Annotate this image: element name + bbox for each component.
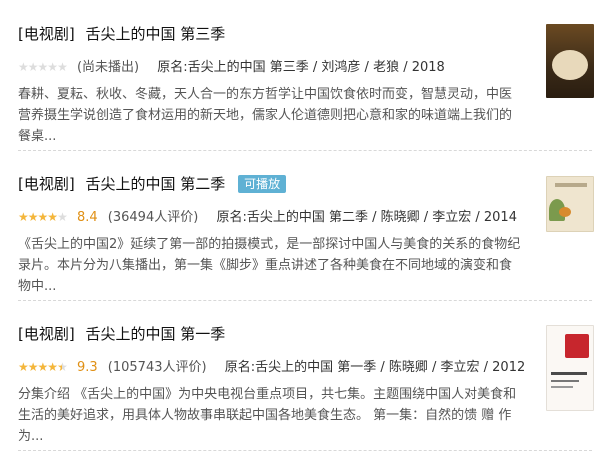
search-result-list: [电视剧] 舌尖上的中国 第三季 ★★★★★ (尚未播出) 原名:舌尖上的中国 … [0, 0, 608, 461]
divider [18, 450, 592, 451]
playable-badge: 可播放 [238, 175, 287, 193]
category-label: [电视剧] [18, 25, 75, 43]
original-info: 原名:舌尖上的中国 第二季 / 陈晓卿 / 李立宏 / 2014 [216, 210, 517, 225]
poster-image [565, 334, 589, 358]
category-label: [电视剧] [18, 325, 75, 343]
description: 分集介绍 《舌尖上的中国》为中央电视台重点项目，共七集。主题围绕中国人对美食和生… [18, 387, 517, 444]
votes-count: (36494人评价) [107, 210, 199, 225]
star-icon: ★ [37, 60, 49, 74]
star-icon: ★ [18, 360, 29, 374]
poster-image [551, 386, 573, 388]
meta-row: ★★★★★ (尚未播出) 原名:舌尖上的中国 第三季 / 刘鸿彦 / 老狼 / … [18, 58, 445, 77]
star-icon: ★ [27, 60, 39, 74]
title-link[interactable]: 舌尖上的中国 第一季 [86, 325, 226, 343]
star-icon: ★ [47, 210, 58, 224]
star-icon: ★ [37, 210, 49, 224]
title-row[interactable]: [电视剧] 舌尖上的中国 第二季 可播放 [18, 174, 287, 194]
poster-thumbnail[interactable] [546, 24, 594, 98]
rating-score: 9.3 [76, 360, 98, 375]
star-rating: ★★★★★ [18, 358, 68, 376]
category-label: [电视剧] [18, 175, 75, 193]
rating-score: 8.4 [76, 210, 98, 225]
poster-image [555, 183, 587, 187]
star-icon: ★ [57, 60, 68, 74]
original-info: 原名:舌尖上的中国 第三季 / 刘鸿彦 / 老狼 / 2018 [157, 60, 445, 75]
star-icon: ★ [57, 210, 68, 224]
description: 春耕、夏耘、秋收、冬藏，天人合一的东方哲学让中国饮食依时而变，智慧灵动，中医营养… [18, 87, 513, 144]
votes-count: (105743人评价) [107, 360, 207, 375]
poster-image [551, 380, 579, 382]
poster-thumbnail[interactable] [546, 325, 594, 411]
star-rating: ★★★★★ [18, 58, 68, 76]
star-icon: ★ [57, 360, 68, 374]
title-row[interactable]: [电视剧] 舌尖上的中国 第三季 [18, 24, 225, 44]
star-icon: ★ [18, 60, 29, 74]
star-icon: ★ [37, 360, 49, 374]
star-icon: ★ [47, 360, 58, 374]
star-icon: ★ [18, 210, 29, 224]
title-row[interactable]: [电视剧] 舌尖上的中国 第一季 [18, 324, 225, 344]
result-item: [电视剧] 舌尖上的中国 第三季 ★★★★★ (尚未播出) 原名:舌尖上的中国 … [0, 0, 608, 151]
meta-row: ★★★★★ 8.4 (36494人评价) 原名:舌尖上的中国 第二季 / 陈晓卿… [18, 208, 517, 227]
poster-image [552, 50, 588, 80]
title-link[interactable]: 舌尖上的中国 第二季 [86, 175, 226, 193]
star-icon: ★ [27, 210, 39, 224]
poster-thumbnail[interactable] [546, 176, 594, 232]
original-info: 原名:舌尖上的中国 第一季 / 陈晓卿 / 李立宏 / 2012 [224, 360, 526, 375]
star-icon: ★ [47, 60, 58, 74]
result-item: [电视剧] 舌尖上的中国 第二季 可播放 ★★★★★ 8.4 (36494人评价… [0, 150, 608, 301]
poster-image [559, 207, 571, 217]
star-icon: ★ [27, 360, 39, 374]
votes-count: (尚未播出) [76, 60, 140, 75]
title-link[interactable]: 舌尖上的中国 第三季 [86, 25, 226, 43]
star-rating: ★★★★★ [18, 208, 68, 226]
result-item: [电视剧] 舌尖上的中国 第一季 ★★★★★ 9.3 (105743人评价) 原… [0, 300, 608, 461]
poster-image [551, 372, 587, 375]
meta-row: ★★★★★ 9.3 (105743人评价) 原名:舌尖上的中国 第一季 / 陈晓… [18, 358, 525, 377]
description: 《舌尖上的中国2》延续了第一部的拍摄模式，是一部探讨中国人与美食的关系的食物纪录… [18, 237, 521, 294]
